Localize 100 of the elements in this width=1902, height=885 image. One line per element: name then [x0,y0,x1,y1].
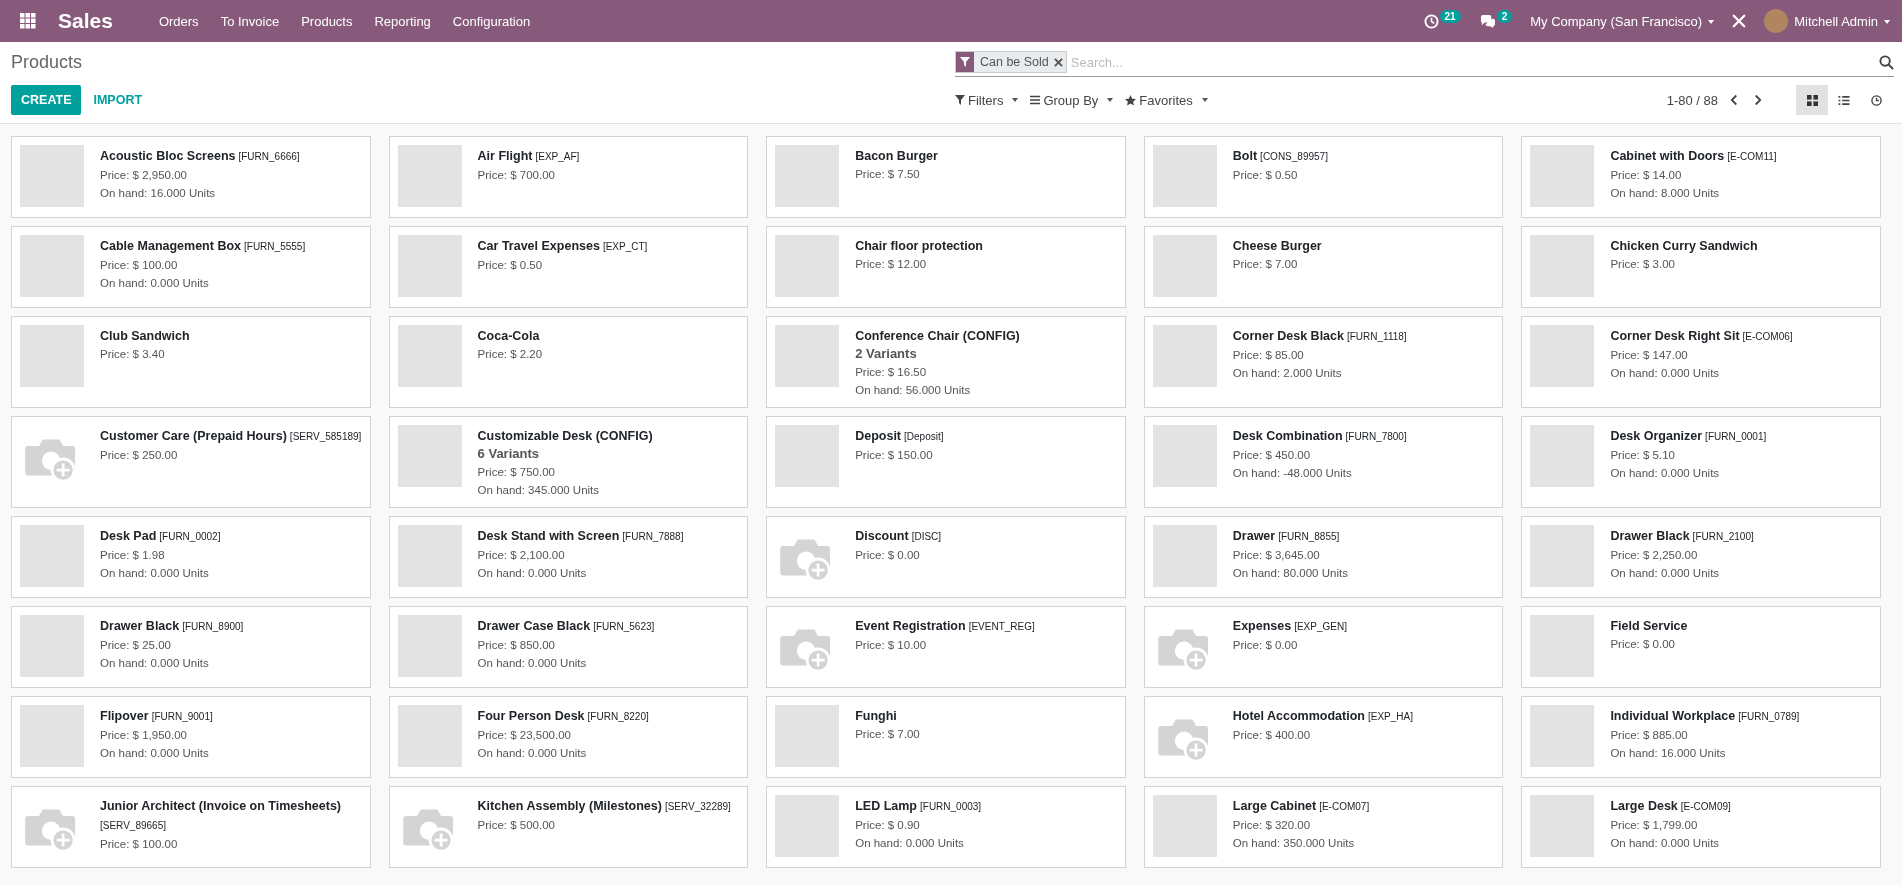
product-card[interactable]: Air Flight [EXP_AF] Price: $ 700.00 [388,136,749,218]
product-card[interactable]: Expenses [EXP_GEN] Price: $ 0.00 [1143,606,1504,688]
product-card[interactable]: Kitchen Assembly (Milestones) [SERV_32289] Price: $ 500.00 [388,786,749,868]
variant-count: 2 Variants [855,345,918,363]
product-card[interactable]: Desk Stand with Screen [FURN_7888] Price: $ 2,100.00 On hand: 0.000 Units [388,516,749,598]
product-price: Price: $ 500.00 [477,818,556,833]
menu-item[interactable]: Products [290,13,364,29]
menu-item[interactable]: Configuration [441,13,542,29]
product-card[interactable]: Junior Architect (Invoice on Timesheets) [SERV_89665] Price: $ 100.00 [11,786,371,868]
product-code: [FURN_7888] [622,531,684,542]
product-code: [EVENT_REG] [968,621,1035,632]
product-card[interactable]: Cabinet with Doors [E-COM11] Price: $ 14.00 On hand: 8.000 Units [1521,136,1881,218]
product-card[interactable]: Drawer Case Black [FURN_5623] Price: $ 850.00 On hand: 0.000 Units [388,606,749,688]
product-price: Price: $ 14.00 [1610,168,1683,183]
product-name: Kitchen Assembly (Milestones) [477,799,662,813]
menu-item[interactable]: To Invoice [209,13,291,29]
product-card[interactable]: Drawer Black [FURN_2100] Price: $ 2,250.00 On hand: 0.000 Units [1521,516,1881,598]
product-code: [FURN_8220] [587,711,649,722]
photo-placeholder [397,705,462,767]
user-menu[interactable]: Mitchell Admin [1794,13,1890,29]
product-code: [FURN_0789] [1738,711,1800,722]
kanban-view-button[interactable] [1796,85,1828,115]
next-page-icon[interactable] [1753,94,1762,106]
clock-icon[interactable] [1423,13,1439,29]
product-name: Deposit [855,429,902,443]
product-name: Car Travel Expenses [477,239,600,253]
product-card[interactable]: Corner Desk Black [FURN_1118] Price: $ 85.00 On hand: 2.000 Units [1143,316,1504,408]
app-name[interactable]: Sales [58,9,113,33]
menu-item[interactable]: Orders [147,13,210,29]
product-name: Large Desk [1610,799,1678,813]
on-hand-quantity: On hand: 350.000 Units [1232,836,1356,851]
product-card[interactable]: Car Travel Expenses [EXP_CT] Price: $ 0.50 [388,226,749,308]
product-card[interactable]: Event Registration [EVENT_REG] Price: $ 10.00 [766,606,1126,688]
product-card[interactable]: Chicken Curry Sandwich Price: $ 3.00 [1521,226,1881,308]
product-card[interactable]: Individual Workplace [FURN_0789] Price: $ 885.00 On hand: 16.000 Units [1521,696,1881,778]
product-card[interactable]: Bacon Burger Price: $ 7.50 [766,136,1126,218]
product-name: Event Registration [855,619,966,633]
menu-item[interactable]: Reporting [363,13,442,29]
product-card[interactable]: Desk Pad [FURN_0002] Price: $ 1.98 On hand: 0.000 Units [11,516,371,598]
photo-placeholder [775,145,840,207]
on-hand-quantity: On hand: 56.000 Units [855,383,972,398]
company-switcher[interactable]: My Company (San Francisco) [1530,13,1715,29]
product-card[interactable]: Club Sandwich Price: $ 3.40 [11,316,371,408]
product-card[interactable]: Customizable Desk (CONFIG) 6 Variants Price: $ 750.00 On hand: 345.000 Units [388,416,749,508]
product-name: Chair floor protection [855,239,983,253]
previous-page-icon[interactable] [1730,94,1739,106]
search-option-dropdown[interactable]: Group By [1030,92,1114,108]
on-hand-quantity: On hand: 0.000 Units [477,566,588,581]
product-card[interactable]: Funghi Price: $ 7.00 [766,696,1126,778]
product-card[interactable]: Chair floor protection Price: $ 12.00 [766,226,1126,308]
product-name: Coca-Cola [477,329,540,343]
product-price: Price: $ 1.98 [100,548,166,563]
search-facet[interactable]: Can be Sold [955,51,1067,73]
product-card[interactable]: Coca-Cola Price: $ 2.20 [388,316,749,408]
product-card[interactable]: Desk Organizer [FURN_0001] Price: $ 5.10 On hand: 0.000 Units [1521,416,1881,508]
close-icon[interactable] [1053,57,1063,67]
product-price: Price: $ 450.00 [1232,448,1312,463]
product-card[interactable]: Drawer [FURN_8855] Price: $ 3,645.00 On hand: 80.000 Units [1143,516,1504,598]
photo-placeholder [775,795,840,857]
product-card[interactable]: Large Cabinet [E-COM07] Price: $ 320.00 On hand: 350.000 Units [1143,786,1504,868]
photo-placeholder [20,235,84,297]
product-card[interactable]: Cable Management Box [FURN_5555] Price: $ 100.00 On hand: 0.000 Units [11,226,371,308]
product-name: Drawer [1232,529,1276,543]
product-card[interactable]: Deposit [Deposit] Price: $ 150.00 [766,416,1126,508]
product-name: Air Flight [477,149,533,163]
product-card[interactable]: Discount [DISC] Price: $ 0.00 [766,516,1126,598]
product-card[interactable]: Cheese Burger Price: $ 7.00 [1143,226,1504,308]
product-card[interactable]: Desk Combination [FURN_7800] Price: $ 450.00 On hand: -48.000 Units [1143,416,1504,508]
search-icon[interactable] [1879,54,1894,70]
on-hand-quantity: On hand: 0.000 Units [1610,466,1721,481]
product-price: Price: $ 2.20 [477,347,544,362]
product-card[interactable]: Flipover [FURN_9001] Price: $ 1,950.00 On hand: 0.000 Units [11,696,371,778]
product-card[interactable]: LED Lamp [FURN_0003] Price: $ 0.90 On hand: 0.000 Units [766,786,1126,868]
product-card[interactable]: Conference Chair (CONFIG) 2 Variants Price: $ 16.50 On hand: 56.000 Units [766,316,1126,408]
on-hand-quantity: On hand: 0.000 Units [1610,566,1721,581]
product-card[interactable]: Drawer Black [FURN_8900] Price: $ 25.00 On hand: 0.000 Units [11,606,371,688]
photo-placeholder [20,325,84,387]
product-price: Price: $ 0.50 [477,258,544,273]
product-card[interactable]: Four Person Desk [FURN_8220] Price: $ 23,500.00 On hand: 0.000 Units [388,696,749,778]
product-card[interactable]: Hotel Accommodation [EXP_HA] Price: $ 400.00 [1143,696,1504,778]
on-hand-quantity: On hand: 16.000 Units [1610,746,1727,761]
search-option-dropdown[interactable]: Favorites [1125,92,1208,108]
product-price: Price: $ 2,100.00 [477,548,566,563]
product-card[interactable]: Bolt [CONS_89957] Price: $ 0.50 [1143,136,1504,218]
search-field[interactable]: Can be Sold Search... [955,48,1894,77]
product-price: Price: $ 1,799.00 [1610,818,1699,833]
product-card[interactable]: Corner Desk Right Sit [E-COM06] Price: $ 147.00 On hand: 0.000 Units [1521,316,1881,408]
chat-icon[interactable] [1478,13,1496,29]
photo-placeholder [1152,425,1217,487]
product-card[interactable]: Large Desk [E-COM09] Price: $ 1,799.00 On hand: 0.000 Units [1521,786,1881,868]
product-card[interactable]: Customer Care (Prepaid Hours) [SERV_585189] Price: $ 250.00 [11,416,371,508]
product-code: [SERV_585189] [289,431,362,442]
product-name: Field Service [1610,619,1688,633]
product-card[interactable]: Acoustic Bloc Screens [FURN_6666] Price: $ 2,950.00 On hand: 16.000 Units [11,136,371,218]
on-hand-quantity: On hand: 0.000 Units [477,656,588,671]
apps-menu-icon[interactable] [20,13,36,29]
product-price: Price: $ 100.00 [100,837,179,852]
photo-placeholder [775,705,840,767]
search-option-dropdown[interactable]: Filters [955,92,1019,108]
product-card[interactable]: Field Service Price: $ 0.00 [1521,606,1881,688]
